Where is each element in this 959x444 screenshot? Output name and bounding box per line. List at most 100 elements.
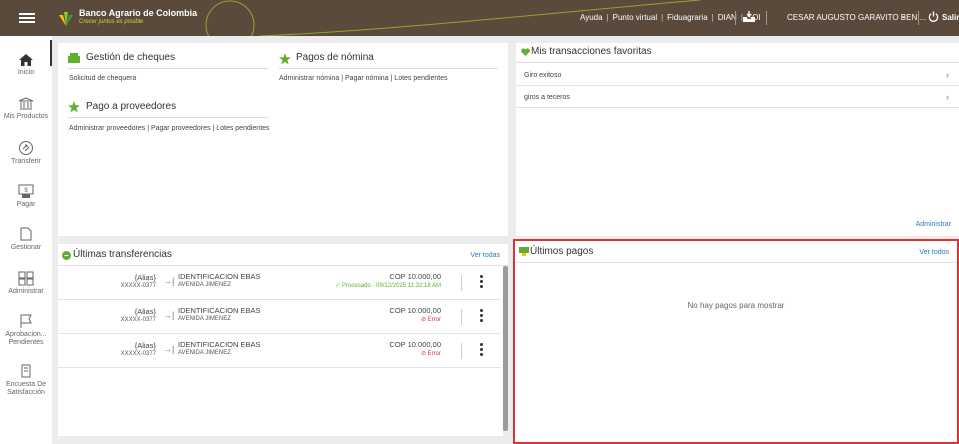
- payments-title: Últimos pagos: [530, 246, 594, 257]
- divider: [461, 275, 462, 291]
- divider: [68, 117, 268, 118]
- status-text: Procesado - 09/12/2025 11:32:18 AM: [342, 283, 441, 289]
- favorites-card: Mis transacciones favoritas Giro exitoso…: [516, 43, 959, 236]
- bank-logo-icon[interactable]: [57, 9, 75, 27]
- sidebar-item-label: Administrar: [8, 288, 44, 295]
- top-bar: Banco Agrario de Colombia Crecer juntos …: [0, 0, 959, 36]
- divider: [735, 11, 736, 25]
- link-punto-virtual[interactable]: Punto virtual: [613, 13, 657, 22]
- checkbook-icon: [68, 53, 80, 63]
- divider: [461, 343, 462, 359]
- sidebar-item-label: Pagar: [16, 201, 36, 208]
- link-dian[interactable]: DIAN: [718, 13, 737, 22]
- transfer-account: XXXXX-0377: [120, 351, 156, 357]
- admin-icon: [18, 271, 34, 286]
- transfer-status: ✓ Procesado - 09/12/2025 11:32:18 AM: [335, 282, 441, 289]
- more-options-icon[interactable]: [479, 275, 483, 291]
- favorite-label: giros a teceros: [524, 94, 570, 101]
- transfer-destination-name: AVENIDA JIMENEZ: [178, 316, 231, 322]
- chevron-right-icon: ›: [946, 70, 949, 80]
- transfers-card: Últimas transferencias Ver todas {Alias}…: [58, 244, 508, 436]
- inbox-icon[interactable]: [742, 11, 756, 23]
- error-icon: ⊘: [420, 351, 428, 357]
- power-icon[interactable]: [928, 11, 939, 22]
- sidebar-item-label: Inicio: [17, 69, 35, 76]
- more-options-icon[interactable]: [479, 343, 483, 359]
- section-title-nomina: Pagos de nómina: [296, 52, 374, 63]
- chevron-down-icon[interactable]: ⌄: [900, 11, 907, 20]
- favorite-label: Giro exitoso: [524, 72, 562, 79]
- survey-icon: [21, 364, 31, 378]
- transfer-destination: IDENTIFICACION EBAS: [178, 340, 261, 349]
- separator: |: [661, 13, 664, 22]
- divider: [461, 309, 462, 325]
- transfer-row[interactable]: {Alias} XXXXX-0377 →| IDENTIFICACION EBA…: [58, 301, 501, 334]
- favorite-item[interactable]: Giro exitoso ›: [516, 67, 959, 86]
- favorites-title: Mis transacciones favoritas: [531, 46, 652, 57]
- divider: [279, 68, 498, 69]
- menu-icon[interactable]: [19, 13, 35, 23]
- transfer-status: ⊘ Error: [421, 350, 441, 357]
- nomina-links[interactable]: Administrar nómina | Pagar nómina | Lote…: [279, 75, 448, 82]
- sidebar-item-productos[interactable]: Mis Productos: [0, 97, 52, 121]
- scrollbar-thumb[interactable]: [503, 266, 508, 431]
- shortcuts-card: Gestión de cheques Solicitud de chequera…: [58, 43, 508, 236]
- arrow-right-icon: →|: [163, 310, 175, 320]
- favorite-item[interactable]: giros a teceros ›: [516, 89, 959, 108]
- payments-card: Últimos pagos Ver todos No hay pagos par…: [513, 239, 959, 444]
- link-ayuda[interactable]: Ayuda: [580, 13, 603, 22]
- section-title-proveedores: Pago a proveedores: [86, 101, 177, 112]
- proveedores-links[interactable]: Administrar proveedores | Pagar proveedo…: [69, 125, 270, 132]
- bank-icon: [18, 97, 34, 110]
- see-all-transfers-link[interactable]: Ver todas: [470, 252, 500, 259]
- transfer-circle-icon: [62, 251, 71, 260]
- transfer-account: XXXXX-0377: [120, 317, 156, 323]
- chevron-right-icon: ›: [946, 92, 949, 102]
- divider: [58, 265, 508, 266]
- manage-icon: [20, 227, 32, 241]
- star-icon: [279, 53, 291, 65]
- sidebar-item-pagar[interactable]: $ Pagar: [0, 184, 52, 209]
- brand-slogan: Crecer juntos es posible: [79, 19, 144, 25]
- brand-name[interactable]: Banco Agrario de Colombia: [79, 8, 197, 18]
- divider: [515, 262, 957, 263]
- separator: |: [711, 13, 714, 22]
- transfer-destination: IDENTIFICACION EBAS: [178, 272, 261, 281]
- empty-payments-message: No hay pagos para mostrar: [687, 301, 785, 310]
- divider: [766, 11, 767, 25]
- sidebar-item-encuesta[interactable]: Encuesta De Satisfacción: [0, 364, 52, 397]
- see-all-payments-link[interactable]: Ver todos: [919, 249, 949, 256]
- transfer-alias: {Alias}: [134, 341, 156, 350]
- transfer-destination-name: AVENIDA JIMENEZ: [178, 282, 231, 288]
- transfer-amount: COP 10.000,00: [389, 340, 441, 349]
- sidebar-item-transferir[interactable]: Transferir: [0, 140, 52, 166]
- arrow-right-icon: →|: [163, 344, 175, 354]
- sidebar-item-gestionar[interactable]: Gestionar: [0, 227, 52, 252]
- divider: [68, 68, 268, 69]
- transfer-destination-name: AVENIDA JIMENEZ: [178, 350, 231, 356]
- transfer-row[interactable]: {Alias} XXXXX-0377 →| IDENTIFICACION EBA…: [58, 267, 501, 300]
- error-icon: ⊘: [420, 317, 428, 323]
- status-text: Error: [427, 351, 441, 357]
- star-icon: [68, 101, 80, 113]
- sidebar-item-inicio[interactable]: Inicio: [0, 53, 52, 77]
- home-icon: [19, 54, 33, 66]
- separator: |: [606, 13, 609, 22]
- pay-icon: $: [18, 184, 34, 198]
- transfers-title: Últimas transferencias: [73, 249, 172, 260]
- transfer-alias: {Alias}: [134, 307, 156, 316]
- arrow-right-icon: →|: [163, 276, 175, 286]
- transfer-row[interactable]: {Alias} XXXXX-0377 →| IDENTIFICACION EBA…: [58, 335, 501, 368]
- top-links: Ayuda | Punto virtual | Fiduagraria | DIAN |…: [580, 13, 761, 22]
- sidebar-item-administrar[interactable]: Administrar: [0, 271, 52, 296]
- sidebar: Inicio Mis Productos Transferir $ Pagar …: [0, 36, 52, 444]
- transfer-account: XXXXX-0377: [120, 283, 156, 289]
- administrar-favorites-link[interactable]: Administrar: [916, 221, 951, 228]
- more-options-icon[interactable]: [479, 309, 483, 325]
- divider: [516, 62, 959, 63]
- flag-icon: [20, 314, 32, 328]
- cheques-links[interactable]: Solicitud de chequera: [69, 75, 136, 82]
- link-fiduagraria[interactable]: Fiduagraria: [667, 13, 707, 22]
- sidebar-item-aprobaciones[interactable]: Aprobacion... Pendientes: [0, 314, 52, 347]
- logout-link[interactable]: Salir: [942, 13, 959, 22]
